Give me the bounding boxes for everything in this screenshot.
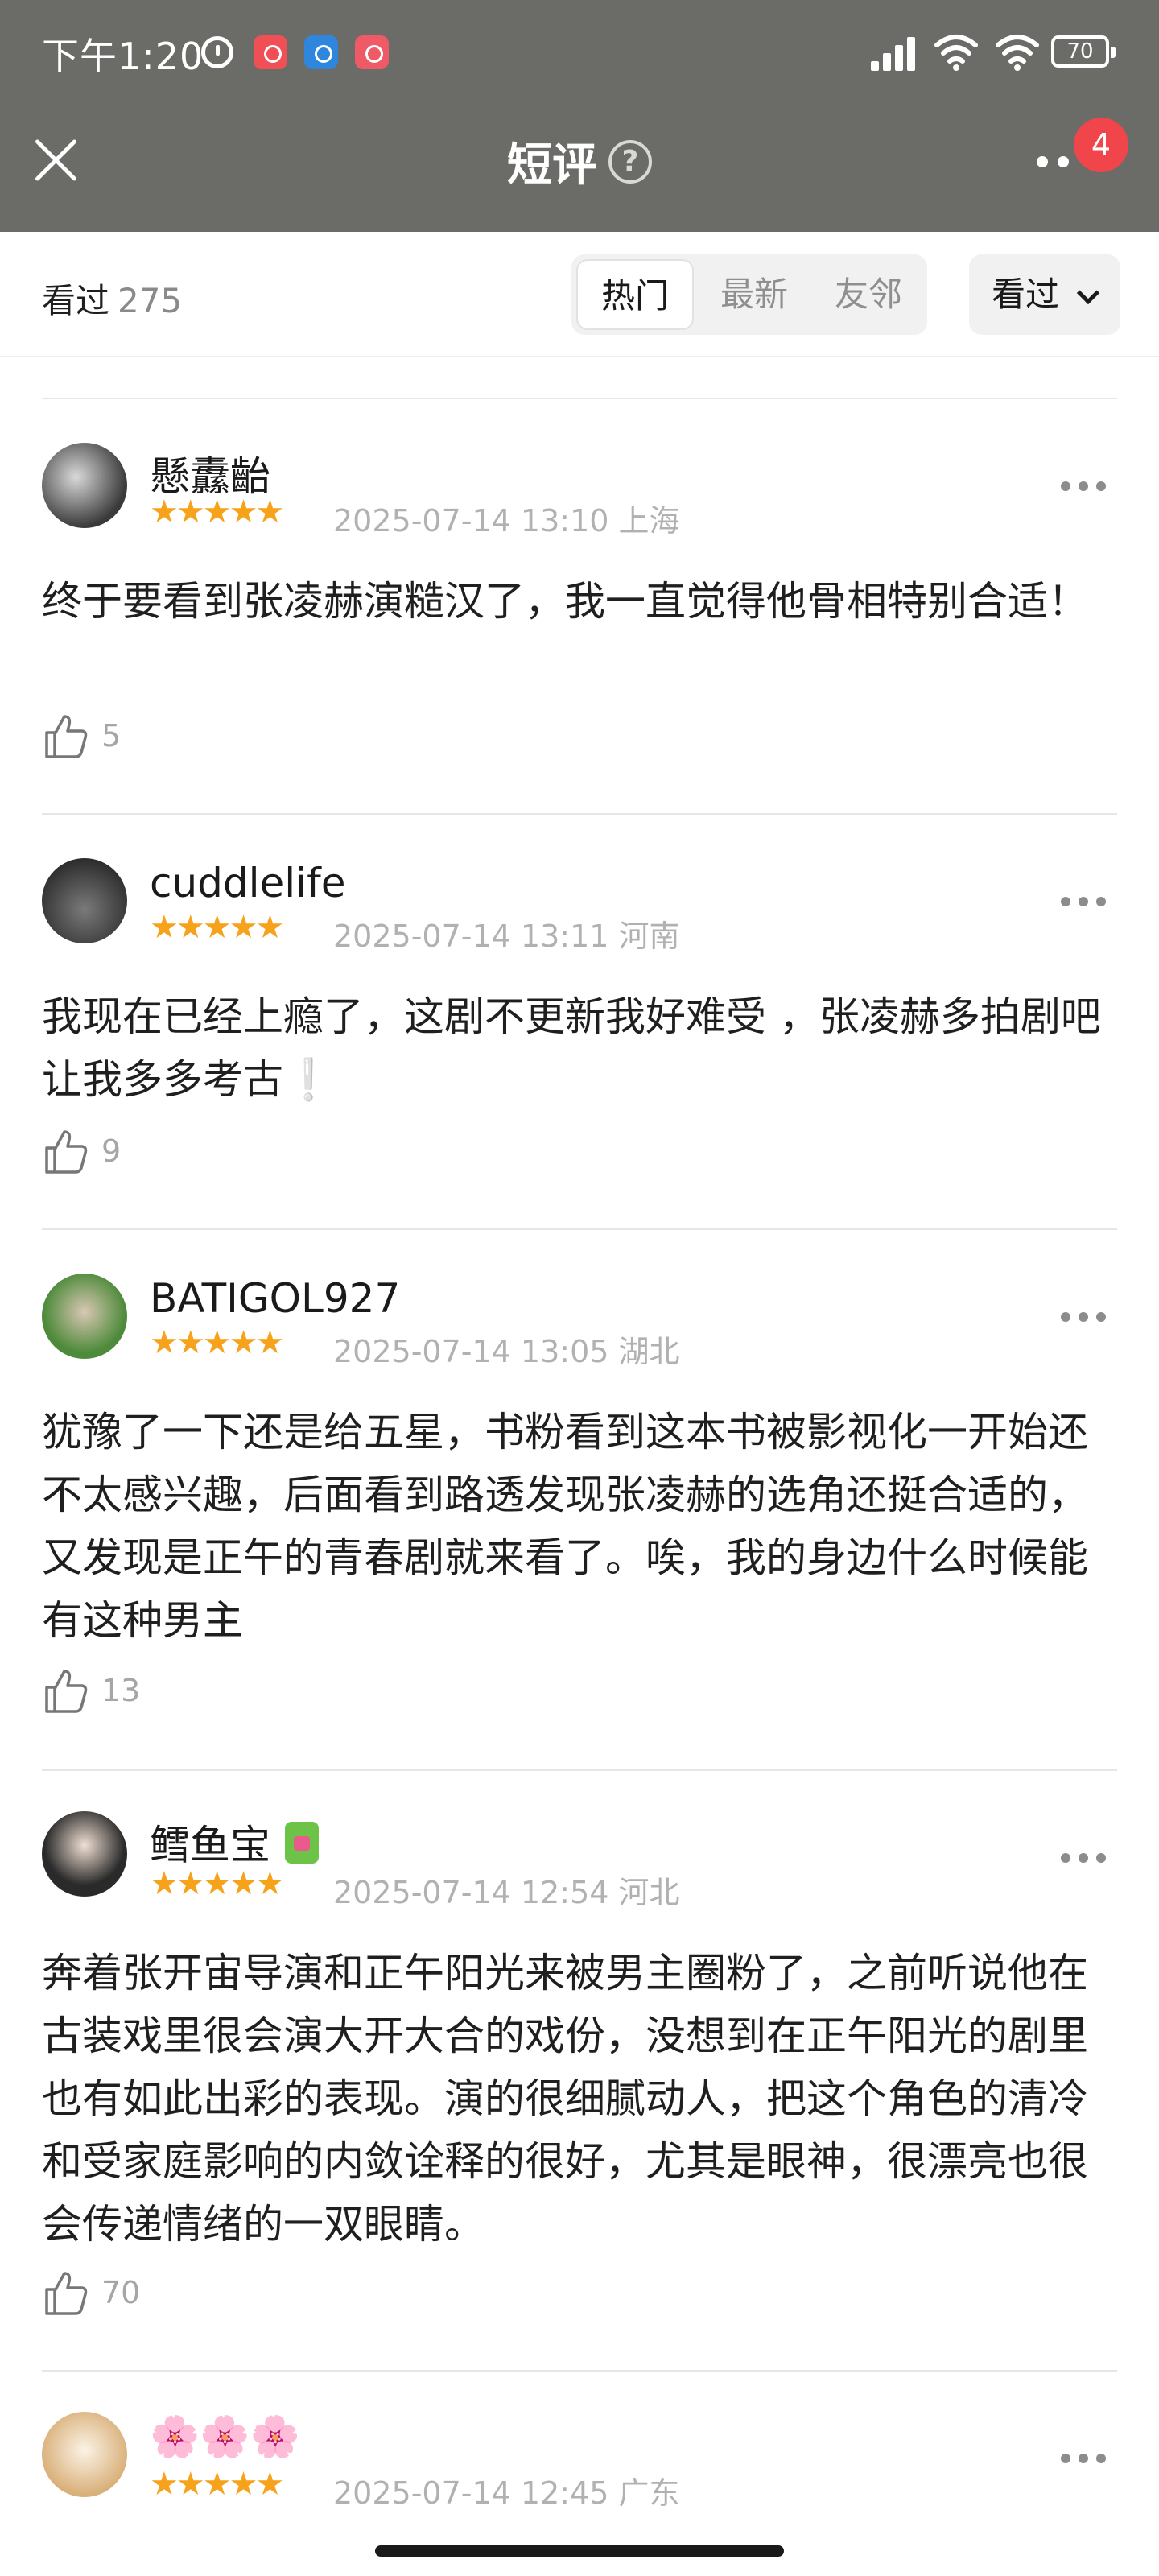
filter-bar: 看过 275 热门 最新 友邻 看过	[0, 232, 1159, 357]
divider	[42, 813, 1117, 815]
home-indicator[interactable]	[375, 2545, 784, 2557]
thumbs-up-icon	[45, 715, 88, 758]
comment-text: 奔着张开宙导演和正午阳光来被男主圈粉了，之前听说他在古装戏里很会演大开大合的戏份…	[42, 1950, 1088, 2248]
avatar[interactable]	[42, 443, 127, 528]
status-bar: 下午1:20 70	[0, 0, 1159, 105]
divider	[42, 1228, 1117, 1230]
avatar[interactable]	[42, 858, 127, 943]
wifi-icon	[996, 35, 1039, 71]
username[interactable]: 鳕鱼宝	[150, 1813, 319, 1871]
star-rating: ★★★★★	[150, 909, 284, 946]
signal-icon	[871, 37, 916, 71]
alarm-clock-icon	[201, 36, 233, 68]
comment-time: 2025-07-14 12:45	[333, 2475, 609, 2511]
user-badge-icon	[285, 1822, 319, 1864]
comment-meta: 2025-07-14 13:05 湖北	[333, 1327, 680, 1371]
more-options-icon[interactable]	[1037, 153, 1075, 169]
watched-number: 275	[118, 281, 183, 320]
star-rating: ★★★★★	[150, 1865, 284, 1902]
like-count: 9	[101, 1133, 122, 1169]
top-bar: 下午1:20 70 短评? 4	[0, 0, 1159, 232]
thumbs-up-icon	[45, 1130, 88, 1174]
battery-icon: 70	[1051, 35, 1116, 68]
tab-latest[interactable]: 最新	[700, 254, 808, 335]
like-count: 70	[101, 2275, 141, 2310]
comment-text: 犹豫了一下还是给五星，书粉看到这本书被影视化一开始还不太感兴趣，后面看到路透发现…	[42, 1409, 1088, 1644]
comment-time: 2025-07-14 13:11	[333, 919, 609, 954]
like-count: 13	[101, 1673, 141, 1708]
thumbs-up-icon	[45, 1670, 88, 1713]
thumbs-up-icon	[45, 2272, 88, 2315]
status-time: 下午1:20	[42, 35, 204, 78]
comment-location: 上海	[618, 503, 680, 539]
watched-label: 看过	[42, 281, 110, 320]
more-options-icon[interactable]	[1061, 2454, 1106, 2465]
username[interactable]: cuddlelife	[150, 860, 345, 906]
help-icon[interactable]: ?	[608, 139, 652, 184]
chevron-down-icon	[1076, 281, 1100, 305]
app-notification-icon	[304, 35, 338, 69]
comment-time: 2025-07-14 13:10	[333, 503, 609, 539]
avatar[interactable]	[42, 1811, 127, 1897]
comment-meta: 2025-07-14 12:54 河北	[333, 1868, 680, 1912]
comment-meta: 2025-07-14 12:45 广东	[333, 2468, 680, 2512]
tab-friends[interactable]: 友邻	[815, 254, 922, 335]
app-notification-icon	[254, 35, 287, 69]
comment-time: 2025-07-14 13:05	[333, 1334, 609, 1369]
username[interactable]: BATIGOL927	[150, 1275, 400, 1322]
comment-location: 广东	[618, 2475, 680, 2511]
star-rating: ★★★★★	[150, 493, 284, 530]
comment-location: 河北	[618, 1875, 680, 1910]
comment-text: 终于要看到张凌赫演糙汉了，我一直觉得他骨相特别合适！	[42, 578, 1088, 625]
more-options-icon[interactable]	[1061, 1312, 1106, 1323]
star-rating: ★★★★★	[150, 1324, 284, 1361]
comment-time: 2025-07-14 12:54	[333, 1875, 609, 1910]
more-options-icon[interactable]	[1061, 897, 1106, 908]
wifi-icon	[934, 35, 978, 71]
app-notification-icon	[355, 35, 389, 69]
status-filter-dropdown[interactable]: 看过	[969, 254, 1120, 335]
watched-count: 看过 275	[42, 274, 182, 323]
notification-badge: 4	[1074, 118, 1128, 172]
comment-meta: 2025-07-14 13:11 河南	[333, 911, 680, 956]
more-options-icon[interactable]	[1061, 1853, 1106, 1864]
avatar[interactable]	[42, 2412, 127, 2497]
star-rating: ★★★★★	[150, 2466, 284, 2503]
comment-location: 河南	[618, 919, 680, 954]
more-options-icon[interactable]	[1061, 481, 1106, 493]
page-title: 短评	[507, 139, 597, 192]
avatar[interactable]	[42, 1274, 127, 1359]
username[interactable]: 🌸🌸🌸	[150, 2413, 300, 2461]
comment-text: 我现在已经上瘾了，这剧不更新我好难受 ，张凌赫多拍剧吧让我多多考古❕	[42, 993, 1101, 1103]
divider	[42, 2370, 1117, 2372]
sort-segmented-control: 热门 最新 友邻	[571, 254, 927, 335]
comment-location: 湖北	[618, 1334, 680, 1369]
divider	[42, 1769, 1117, 1771]
like-count: 5	[101, 718, 122, 753]
comment-meta: 2025-07-14 13:10 上海	[333, 496, 680, 540]
dropdown-label: 看过	[992, 275, 1060, 314]
tab-hot[interactable]: 热门	[576, 259, 694, 330]
divider	[42, 398, 1117, 399]
